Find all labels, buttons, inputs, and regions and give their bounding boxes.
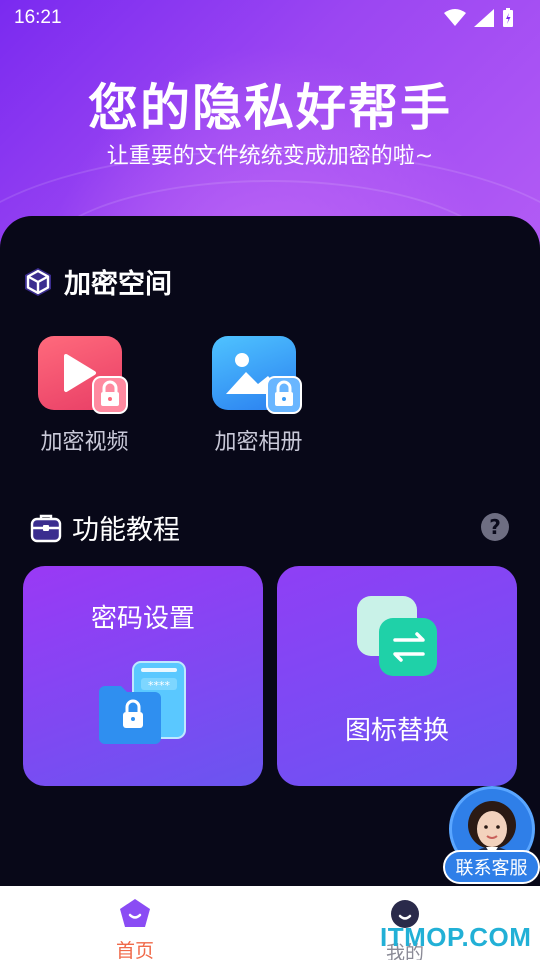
- status-time: 16:21: [14, 7, 62, 28]
- customer-service-label: 联系客服: [443, 850, 540, 884]
- hero-subtitle: 让重要的文件统统变成加密的啦~: [106, 144, 434, 169]
- icon-replace-label: 图标替换: [344, 716, 449, 746]
- status-icons: [444, 8, 514, 28]
- password-settings-label: 密码设置: [90, 604, 195, 634]
- signal-icon: [474, 9, 494, 27]
- image-lock-icon: [212, 336, 302, 414]
- wifi-icon: [444, 9, 466, 26]
- question-icon[interactable]: ?: [480, 512, 510, 542]
- encrypted-video-label: 加密视频: [40, 430, 129, 455]
- tutorial-title: 功能教程: [72, 515, 180, 546]
- customer-service-button[interactable]: 联系客服: [443, 786, 540, 886]
- encrypted-album-button[interactable]: 加密相册: [206, 336, 311, 456]
- battery-icon: [503, 8, 513, 27]
- tutorial-header: 功能教程: [30, 508, 180, 547]
- encrypt-space-title: 加密空间: [64, 269, 172, 300]
- svg-text:****: ****: [148, 679, 171, 692]
- icon-replace-card[interactable]: 图标替换: [277, 566, 517, 786]
- toolbox-icon: [30, 514, 62, 542]
- phone-lock-icon: ****: [99, 661, 186, 744]
- watermark: ITMOP.COM: [380, 922, 532, 952]
- password-settings-card[interactable]: 密码设置 ****: [23, 566, 263, 786]
- home-icon: [120, 899, 150, 927]
- encrypted-album-label: 加密相册: [214, 430, 303, 455]
- svg-text:?: ?: [489, 515, 501, 539]
- swap-icon: [357, 596, 437, 676]
- cube-icon: [25, 267, 51, 296]
- encrypt-space-header: 加密空间: [22, 262, 172, 301]
- status-bar: 16:21: [0, 0, 540, 36]
- video-lock-icon: [38, 336, 128, 414]
- tab-home-label: 首页: [115, 940, 154, 960]
- hero-title: 您的隐私好帮手: [88, 79, 452, 137]
- encrypted-video-button[interactable]: 加密视频: [32, 336, 137, 456]
- tab-home[interactable]: 首页: [85, 898, 185, 960]
